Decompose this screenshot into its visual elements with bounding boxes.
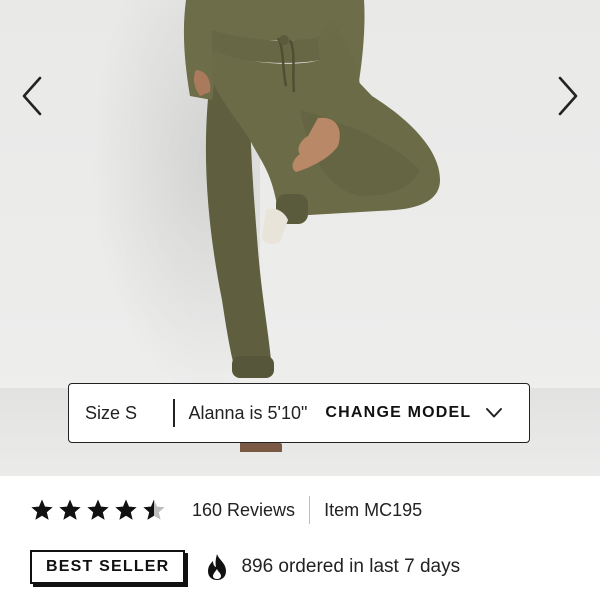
star-full-icon [115,499,137,520]
chevron-down-icon [485,407,503,419]
ordered-count-text: 896 ordered in last 7 days [241,556,461,577]
model-size-bar: Size S Alanna is 5'10" CHANGE MODEL [68,383,530,443]
reviews-link[interactable]: 160 Reviews [192,500,295,521]
star-full-icon [87,499,109,520]
item-number: Item MC195 [324,499,423,520]
star-half-icon [143,499,165,520]
star-full-icon [59,499,81,520]
divider [309,496,311,524]
flame-icon [205,553,229,581]
next-image-button[interactable] [548,72,588,120]
best-seller-row: BEST SELLER 896 ordered in last 7 days [30,548,460,586]
change-model-label: CHANGE MODEL [325,404,472,421]
star-rating[interactable] [30,498,166,522]
chevron-right-icon [558,76,578,116]
change-model-button[interactable]: CHANGE MODEL [325,404,503,422]
star-full-icon [31,499,53,520]
chevron-left-icon [22,76,42,116]
previous-image-button[interactable] [12,72,52,120]
rating-row: 160 Reviews Item MC195 [30,494,422,526]
best-seller-badge: BEST SELLER [30,550,186,584]
model-size-label: Size S [85,402,138,423]
divider [173,399,175,427]
model-height-info: Alanna is 5'10" [188,402,308,423]
